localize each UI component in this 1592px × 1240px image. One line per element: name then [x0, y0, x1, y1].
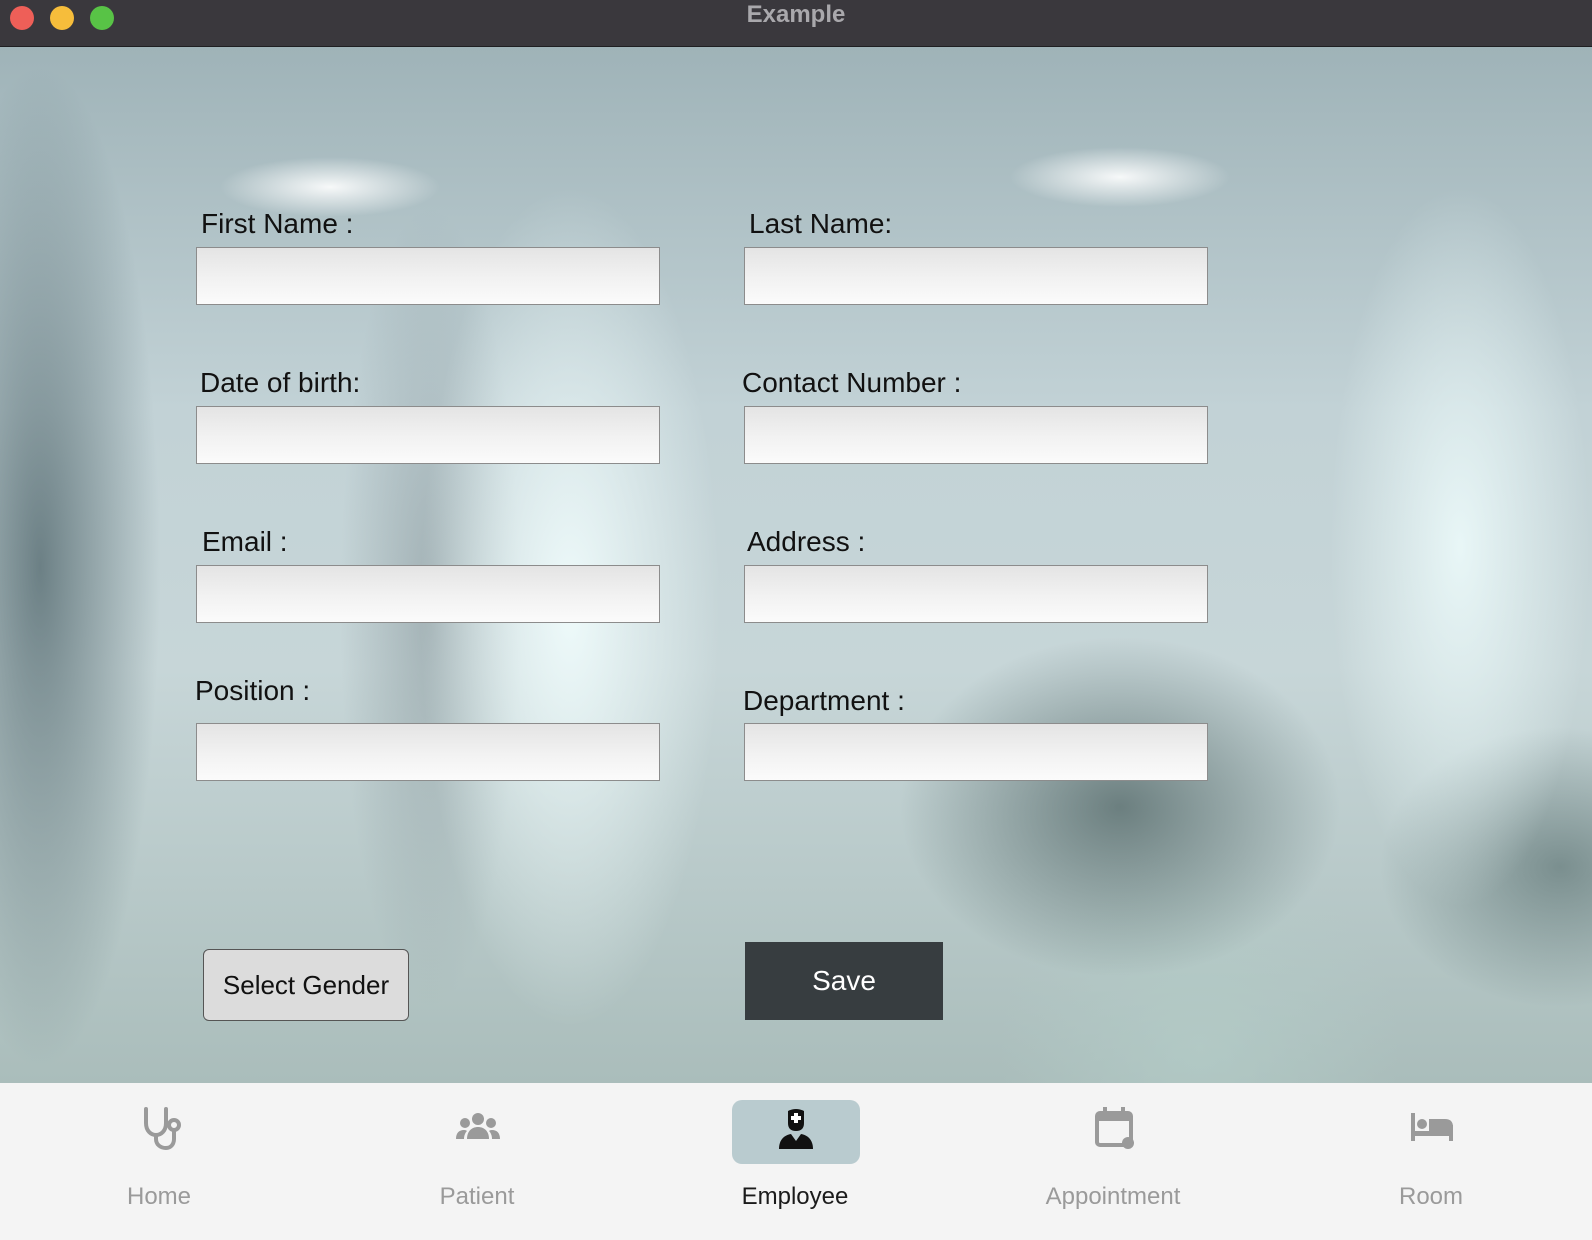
window-title: Example [746, 1, 846, 28]
app-window: Example First Name : Last Name: Date of … [0, 0, 1592, 1240]
last-name-field[interactable] [744, 247, 1208, 305]
nav-label-patient: Patient [439, 1183, 515, 1210]
nav-label-room: Room [1398, 1183, 1464, 1210]
nav-item-home[interactable]: Home [0, 1083, 318, 1240]
first-name-field[interactable] [196, 247, 660, 305]
first-name-label: First Name : [201, 208, 354, 239]
position-label: Position : [195, 675, 311, 706]
group-icon [456, 1113, 500, 1139]
address-label: Address : [747, 526, 866, 557]
contact-number-label: Contact Number : [742, 367, 962, 398]
nav-item-employee[interactable]: Employee [636, 1083, 954, 1240]
date-of-birth-field[interactable] [196, 406, 660, 464]
nav-label-appointment: Appointment [1045, 1183, 1181, 1210]
employee-form-area: First Name : Last Name: Date of birth: C… [0, 47, 1592, 1083]
date-of-birth-label: Date of birth: [200, 367, 361, 398]
doctor-icon [779, 1109, 813, 1149]
email-field[interactable] [196, 565, 660, 623]
last-name-label: Last Name: [749, 208, 893, 239]
contact-number-field[interactable] [744, 406, 1208, 464]
save-button[interactable]: Save [745, 942, 943, 1020]
nav-item-room[interactable]: Room [1272, 1083, 1590, 1240]
nav-item-appointment[interactable]: Appointment [954, 1083, 1272, 1240]
department-field[interactable] [744, 723, 1208, 781]
department-label: Department : [743, 685, 905, 716]
select-gender-button[interactable]: Select Gender [203, 949, 409, 1021]
nav-item-patient[interactable]: Patient [318, 1083, 636, 1240]
stethoscope-icon [144, 1107, 181, 1151]
bed-icon [1411, 1113, 1453, 1141]
nav-label-employee: Employee [741, 1183, 849, 1210]
position-field[interactable] [196, 723, 660, 781]
address-field[interactable] [744, 565, 1208, 623]
nav-label-home: Home [126, 1183, 192, 1210]
email-label: Email : [202, 526, 288, 557]
title-bar: Example [0, 0, 1592, 47]
calendar-icon [1095, 1107, 1134, 1149]
bottom-navigation: Home Patient Employee Appointment Room [0, 1083, 1592, 1240]
